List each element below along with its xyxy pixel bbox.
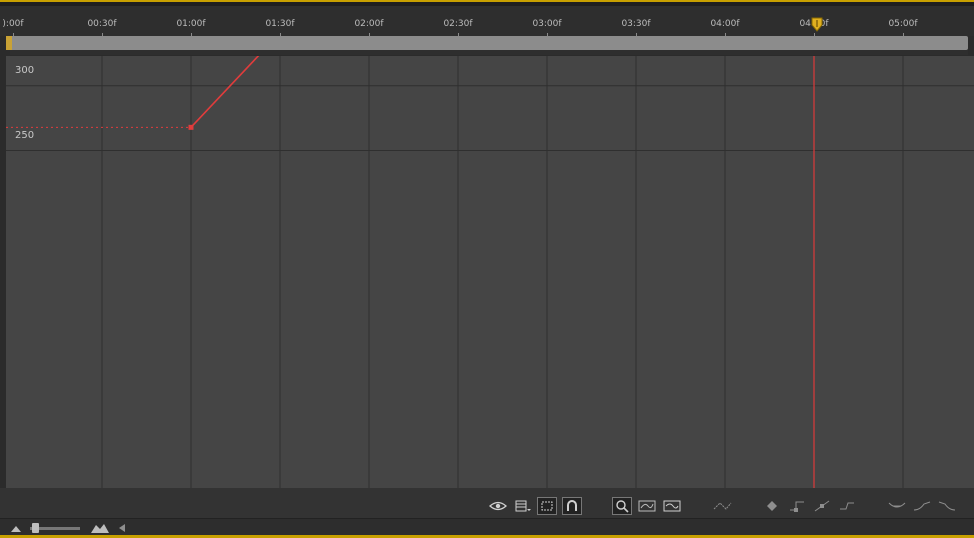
eye-icon[interactable]	[488, 497, 508, 515]
playhead-marker-icon[interactable]	[811, 17, 823, 33]
time-tick-label: 02:30f	[443, 19, 473, 29]
fit-graph-icon[interactable]	[662, 497, 682, 515]
graph-editor-area[interactable]: 550 px500450400350300250	[6, 56, 974, 488]
cache-indicator-bar	[10, 50, 968, 65]
hold-keyframe-icon[interactable]	[787, 497, 807, 515]
time-tick-label: 03:30f	[621, 19, 651, 29]
value-axis-label: 300	[15, 64, 35, 76]
zoom-in-icon[interactable]	[90, 522, 110, 534]
time-tick-label: 03:00f	[532, 19, 562, 29]
snap-transform-box-icon[interactable]	[537, 497, 557, 515]
easy-ease-icon[interactable]	[887, 497, 907, 515]
red-keyframe	[188, 124, 194, 130]
zoom-out-icon[interactable]	[10, 523, 22, 533]
time-tick-label: 00:30f	[87, 19, 117, 29]
time-tick-label: 04:00f	[710, 19, 740, 29]
time-tick-label: 01:00f	[176, 19, 206, 29]
easy-ease-in-icon[interactable]	[912, 497, 932, 515]
separate-dimensions-icon[interactable]	[712, 497, 732, 515]
graph-type-icon[interactable]	[513, 497, 533, 515]
time-ruler[interactable]: ):00f 00:30f 01:00f 01:30f 02:00f 02:30f 03:00…	[0, 6, 974, 42]
linear-keyframe-icon[interactable]	[812, 497, 832, 515]
magnet-snap-icon[interactable]	[562, 497, 582, 515]
value-axis-label: 250	[15, 129, 35, 141]
time-tick-label: ):00f	[2, 19, 24, 29]
fit-all-icon[interactable]	[637, 497, 657, 515]
scroll-left-arrow-icon[interactable]	[118, 523, 126, 533]
work-area-start-handle[interactable]	[6, 36, 12, 50]
time-tick-label: 02:00f	[354, 19, 384, 29]
time-tick-label: 01:30f	[265, 19, 295, 29]
work-area-bar[interactable]	[6, 36, 968, 50]
time-tick-label: 05:00f	[888, 19, 918, 29]
edit-keyframe-icon[interactable]	[762, 497, 782, 515]
value-graph[interactable]	[6, 56, 974, 488]
auto-bezier-icon[interactable]	[837, 497, 857, 515]
red-value-curve	[190, 56, 260, 128]
fit-selection-icon[interactable]	[612, 497, 632, 515]
zoom-slider-handle[interactable]	[32, 523, 39, 533]
easy-ease-out-icon[interactable]	[937, 497, 957, 515]
